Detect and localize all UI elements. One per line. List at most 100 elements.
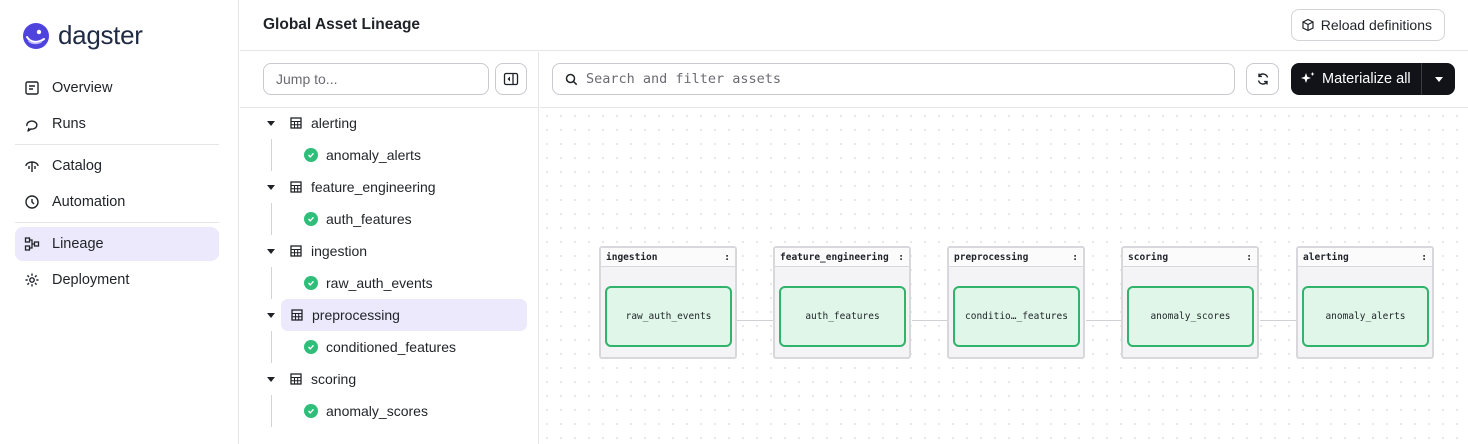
caret-down-icon[interactable] (264, 184, 278, 190)
dagster-logo[interactable]: dagster (22, 20, 143, 51)
tree-group-feature-engineering[interactable]: feature_engineering (264, 171, 526, 203)
automation-icon (25, 195, 39, 209)
asset-search-input[interactable]: Search and filter assets (552, 63, 1235, 95)
tree-group-label: feature_engineering (311, 179, 436, 195)
graph-group-label: ingestion (606, 251, 658, 263)
search-placeholder: Search and filter assets (586, 71, 782, 87)
catalog-icon (25, 161, 39, 172)
nav-item-lineage[interactable]: Lineage (15, 227, 219, 261)
tree-line (271, 331, 272, 363)
tree-line (271, 203, 272, 235)
graph-group-header: alerting : (1298, 248, 1432, 267)
asset-tree-panel: alerting anomaly_alerts feature_engineer… (240, 52, 539, 444)
caret-down-icon[interactable] (264, 248, 278, 254)
lineage-edge (737, 320, 774, 321)
gear-icon (25, 273, 39, 287)
group-menu-icon[interactable]: : (724, 252, 730, 263)
group-menu-icon[interactable]: : (1421, 252, 1427, 263)
asset-node-raw-auth-events[interactable]: raw_auth_events (605, 286, 732, 347)
tree-asset-anomaly-scores[interactable]: anomaly_scores (304, 395, 428, 427)
materialize-all-button[interactable]: Materialize all (1291, 63, 1455, 95)
lineage-edge (1086, 320, 1122, 321)
asset-node-conditioned-features[interactable]: conditio…_features (953, 286, 1080, 347)
asset-node-auth-features[interactable]: auth_features (779, 286, 906, 347)
tree-group-scoring[interactable]: scoring (264, 363, 526, 395)
materialize-all-label: Materialize all (1322, 71, 1411, 87)
group-menu-icon[interactable]: : (1072, 252, 1078, 263)
nav-item-overview[interactable]: Overview (15, 71, 219, 105)
tree-asset-anomaly-alerts[interactable]: anomaly_alerts (304, 139, 421, 171)
graph-group-label: feature_engineering (780, 251, 889, 263)
caret-down-icon[interactable] (264, 312, 278, 318)
lineage-edge (1260, 320, 1297, 321)
tree-group-label: ingestion (311, 243, 368, 259)
caret-down-icon[interactable] (264, 120, 278, 126)
nav-item-runs[interactable]: Runs (15, 107, 219, 141)
check-icon (304, 340, 318, 354)
tree-asset-auth-features[interactable]: auth_features (304, 203, 412, 235)
graph-group-header: scoring : (1123, 248, 1257, 267)
nav-item-label: Automation (52, 194, 126, 210)
check-icon (304, 276, 318, 290)
page-title: Global Asset Lineage (263, 16, 421, 33)
tree-asset-label: auth_features (326, 211, 412, 227)
caret-down-icon (1434, 76, 1443, 82)
graph-group-scoring[interactable]: scoring : anomaly_scores (1121, 246, 1259, 359)
group-menu-icon[interactable]: : (1246, 252, 1252, 263)
left-nav: dagster Overview Runs Catalog Automation… (0, 0, 239, 444)
sparkle-icon (1301, 72, 1315, 83)
graph-group-label: alerting (1303, 251, 1349, 263)
table-icon (289, 244, 303, 258)
graph-group-preprocessing[interactable]: preprocessing : conditio…_features (947, 246, 1085, 359)
graph-group-feature-engineering[interactable]: feature_engineering : auth_features (773, 246, 911, 359)
graph-group-ingestion[interactable]: ingestion : raw_auth_events (599, 246, 737, 359)
lineage-edge (912, 320, 948, 321)
nav-divider (15, 144, 219, 145)
table-icon (289, 372, 303, 386)
nav-item-automation[interactable]: Automation (15, 185, 219, 219)
refresh-button[interactable] (1246, 63, 1279, 95)
search-icon (565, 73, 578, 85)
asset-node-anomaly-alerts[interactable]: anomaly_alerts (1302, 286, 1429, 347)
tree-line (271, 395, 272, 427)
dagster-logo-icon (23, 22, 49, 49)
graph-group-header: preprocessing : (949, 248, 1083, 267)
tree-asset-label: anomaly_alerts (326, 147, 421, 163)
tree-group-ingestion[interactable]: ingestion (264, 235, 526, 267)
nav-item-label: Deployment (52, 272, 130, 288)
graph-group-alerting[interactable]: alerting : anomaly_alerts (1296, 246, 1434, 359)
logo-text: dagster (58, 20, 143, 50)
reload-definitions-button[interactable]: Reload definitions (1290, 9, 1445, 41)
nav-item-catalog[interactable]: Catalog (15, 149, 219, 183)
tree-asset-label: raw_auth_events (326, 275, 433, 291)
jump-to-input[interactable] (263, 63, 489, 95)
tree-asset-conditioned-features[interactable]: conditioned_features (304, 331, 456, 363)
tree-asset-label: conditioned_features (326, 339, 456, 355)
tree-group-label: alerting (311, 115, 357, 131)
tree-toolbar (240, 52, 539, 108)
nav-item-label: Lineage (52, 236, 104, 252)
asset-node-anomaly-scores[interactable]: anomaly_scores (1127, 286, 1254, 347)
overview-icon (25, 81, 39, 95)
tree-asset-label: anomaly_scores (326, 403, 428, 419)
tree-group-alerting[interactable]: alerting (264, 107, 526, 139)
collapse-sidebar-icon (503, 72, 519, 86)
reload-definitions-icon (1302, 18, 1314, 32)
nav-item-label: Overview (52, 80, 113, 96)
graph-group-header: feature_engineering : (775, 248, 909, 267)
materialize-all-main[interactable]: Materialize all (1291, 63, 1422, 95)
tree-asset-raw-auth-events[interactable]: raw_auth_events (304, 267, 433, 299)
graph-toolbar: Search and filter assets Materialize all (540, 52, 1468, 108)
check-icon (304, 212, 318, 226)
collapse-sidebar-button[interactable] (495, 63, 527, 95)
lineage-graph-area: Search and filter assets Materialize all… (540, 52, 1468, 444)
nav-item-deployment[interactable]: Deployment (15, 263, 219, 297)
tree-group-label: scoring (311, 371, 357, 387)
reload-definitions-label: Reload definitions (1320, 17, 1432, 33)
tree-group-preprocessing[interactable]: preprocessing (267, 299, 527, 331)
materialize-options-dropdown[interactable] (1422, 63, 1455, 95)
caret-down-icon[interactable] (264, 376, 278, 382)
group-menu-icon[interactable]: : (898, 252, 904, 263)
table-icon (289, 116, 303, 130)
graph-group-header: ingestion : (601, 248, 735, 267)
